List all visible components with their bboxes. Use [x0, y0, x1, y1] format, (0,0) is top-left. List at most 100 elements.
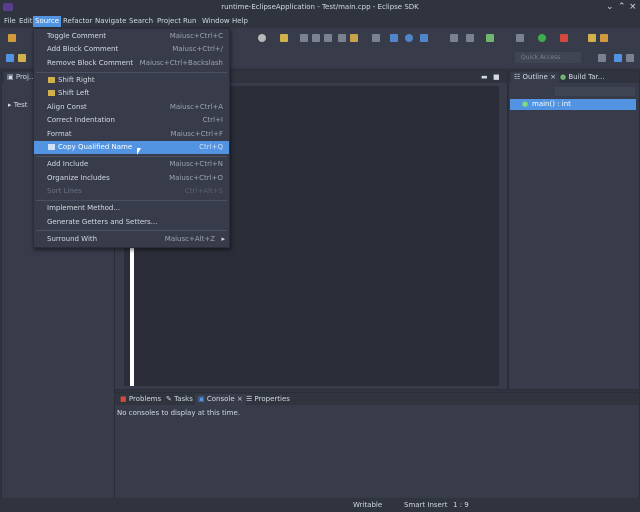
menu-item-shortcut: Maiusc+Ctrl+A [169, 103, 223, 111]
console-message: No consoles to display at this time. [117, 409, 240, 417]
menu-item-shift-left[interactable]: Shift Left [34, 87, 229, 100]
menu-item-label: Remove Block Comment [47, 59, 134, 67]
menu-item-add-block-comment[interactable]: Add Block Comment Maiusc+Ctrl+/ [34, 43, 229, 56]
menu-item-shortcut: Maiusc+Ctrl+F [170, 130, 223, 138]
tab-outline[interactable]: ☷ Outline × [511, 72, 559, 83]
open-perspective-icon[interactable] [598, 54, 606, 62]
menu-item-align-const[interactable]: Align Const Maiusc+Ctrl+A [34, 101, 229, 114]
maximize-icon[interactable]: ⌃ [618, 2, 626, 12]
expand-arrow-icon[interactable]: ▸ [8, 101, 12, 109]
outline-panel: ☷ Outline × ● Build Tar... [508, 70, 640, 390]
menu-edit[interactable]: Edit [17, 16, 35, 27]
menu-help[interactable]: Help [230, 16, 250, 27]
outline-item-main[interactable]: ● main() : int [510, 99, 636, 110]
menu-item-toggle-comment[interactable]: Toggle Comment Maiusc+Ctrl+C [34, 30, 229, 43]
tab-build-targets[interactable]: ● Build Tar... [557, 72, 607, 83]
quick-access-input[interactable]: Quick Access [515, 52, 581, 63]
tab-properties[interactable]: ☰ Properties [243, 394, 293, 405]
new-source-folder-icon[interactable] [450, 34, 458, 42]
build-icon[interactable] [8, 34, 16, 42]
target-icon: ● [560, 73, 567, 81]
open-type-icon[interactable] [18, 54, 26, 62]
debug-perspective-icon[interactable] [626, 54, 634, 62]
menu-item-format[interactable]: Format Maiusc+Ctrl+F [34, 128, 229, 141]
menu-item-correct-indentation[interactable]: Correct Indentation Ctrl+I [34, 114, 229, 127]
problems-icon: ■ [120, 395, 127, 403]
refresh-icon[interactable] [486, 34, 494, 42]
close-tab-icon[interactable]: × [237, 395, 243, 403]
tab-console-label: Console [206, 395, 235, 403]
new-header-icon[interactable] [466, 34, 474, 42]
menu-item-generate-getters-setters[interactable]: Generate Getters and Setters... [34, 216, 229, 229]
menu-item-shift-right[interactable]: Shift Right [34, 74, 229, 87]
menu-run[interactable]: Run [181, 16, 198, 27]
menu-item-surround-with[interactable]: Surround With Maiusc+Alt+Z ▸ [34, 233, 229, 246]
menu-navigate[interactable]: Navigate [93, 16, 128, 27]
minimize-icon[interactable]: ⌄ [606, 2, 614, 12]
copy-icon [48, 144, 55, 150]
close-tab-icon[interactable]: × [550, 73, 556, 81]
close-icon[interactable]: × [629, 2, 637, 12]
menu-item-label: Organize Includes [47, 174, 110, 182]
new-class-icon[interactable] [390, 34, 398, 42]
tab-console[interactable]: ▣ Console × [195, 394, 246, 405]
menu-separator [36, 200, 227, 201]
cpp-perspective-icon[interactable] [614, 54, 622, 62]
menu-item-label: Align Const [47, 103, 87, 111]
pen-icon[interactable] [600, 34, 608, 42]
menu-item-implement-method[interactable]: Implement Method... [34, 202, 229, 215]
save-icon[interactable] [300, 34, 308, 42]
menu-item-label: Format [47, 130, 72, 138]
outline-tabbar: ☷ Outline × ● Build Tar... [509, 71, 639, 83]
shift-left-icon [48, 90, 55, 96]
menu-refactor[interactable]: Refactor [61, 16, 94, 27]
folder-icon: ▣ [7, 73, 14, 81]
menu-search[interactable]: Search [127, 16, 155, 27]
tab-problems-label: Problems [128, 395, 162, 403]
menu-item-copy-qualified-name[interactable]: Copy Qualified Name Ctrl+Q [34, 141, 229, 154]
bottom-tabbar: ■ Problems ✎ Tasks ▣ Console × ☰ Propert… [115, 393, 639, 405]
menu-item-label: Add Block Comment [47, 45, 119, 53]
skip-icon[interactable] [516, 34, 524, 42]
external-tools-icon[interactable] [560, 34, 568, 42]
debug-icon[interactable] [338, 34, 346, 42]
hammer-icon[interactable] [350, 34, 358, 42]
new-file-icon[interactable] [372, 34, 380, 42]
menu-item-label: Surround With [47, 235, 98, 243]
menu-separator [36, 230, 227, 231]
menu-item-shortcut: Ctrl+Alt+S [184, 187, 223, 195]
menu-item-add-include[interactable]: Add Include Maiusc+Ctrl+N [34, 158, 229, 171]
console-icon: ▣ [198, 395, 205, 403]
edit-icon[interactable] [588, 34, 596, 42]
submenu-arrow-icon: ▸ [221, 235, 225, 243]
menu-project[interactable]: Project [155, 16, 183, 27]
menu-file[interactable]: File [2, 16, 18, 27]
maximize-editor-icon[interactable]: ■ [493, 73, 500, 81]
open-folder-icon[interactable] [280, 34, 288, 42]
tab-problems[interactable]: ■ Problems [117, 394, 164, 405]
tree-item-label: Test [13, 101, 28, 109]
menu-source[interactable]: Source [33, 16, 62, 27]
save-all-icon[interactable] [312, 34, 320, 42]
new-project-icon[interactable] [420, 34, 428, 42]
menu-separator [36, 156, 227, 157]
settings-icon[interactable] [258, 34, 266, 42]
menu-item-sort-lines[interactable]: Sort Lines Ctrl+Alt+S [34, 185, 229, 198]
menu-separator [36, 72, 227, 73]
tree-item-test[interactable]: ▸ Test [8, 101, 28, 109]
menu-item-remove-block-comment[interactable]: Remove Block Comment Maiusc+Ctrl+Backsla… [34, 57, 229, 70]
menu-window[interactable]: Window [200, 16, 232, 27]
menu-item-label: Correct Indentation [47, 116, 115, 124]
menu-item-label: Shift Right [58, 76, 95, 84]
perspective-icon[interactable] [6, 54, 14, 62]
search-icon[interactable] [405, 34, 413, 42]
print-icon[interactable] [324, 34, 332, 42]
menu-item-organize-includes[interactable]: Organize Includes Maiusc+Ctrl+O [34, 172, 229, 185]
run-icon[interactable] [538, 34, 546, 42]
tab-tasks[interactable]: ✎ Tasks [163, 394, 196, 405]
minimize-editor-icon[interactable]: ▬ [481, 73, 488, 81]
window-title: runtime-EclipseApplication - Test/main.c… [221, 3, 419, 11]
menu-bar: File Edit Source Refactor Navigate Searc… [0, 15, 640, 28]
menu-item-shortcut: Maiusc+Ctrl+Backslash [139, 59, 223, 67]
menu-item-shortcut: Maiusc+Ctrl+N [169, 160, 223, 168]
